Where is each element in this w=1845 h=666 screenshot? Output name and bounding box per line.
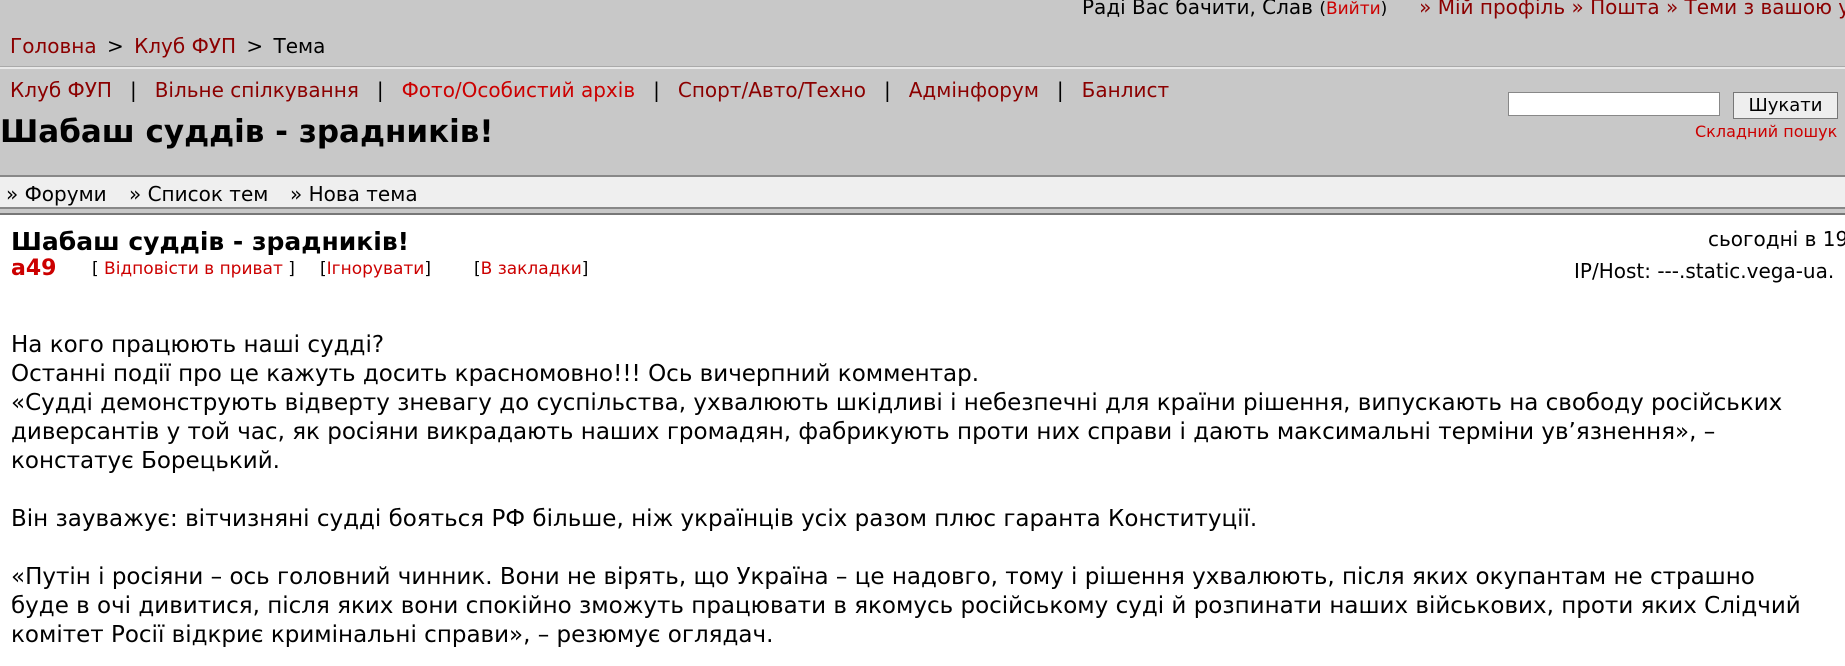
breadcrumb-separator: > (106, 34, 124, 58)
section-separator: | (376, 78, 384, 102)
section-separator: | (1056, 78, 1064, 102)
my-topics-link[interactable]: Теми з вашою уча (1685, 0, 1845, 19)
post-body-line: диверсантів у той час, як росіяни викрад… (11, 419, 1716, 445)
welcome-text: Раді Вас бачити, Слав (1082, 0, 1313, 19)
section-nav: Клуб ФУП | Вільне спілкування | Фото/Особист… (10, 78, 1169, 102)
mail-prefix: » (1571, 0, 1584, 19)
ignore-action: [Ігнорувати] (320, 259, 431, 279)
logout-wrapper: (Вийти) (1319, 0, 1388, 19)
post-body-line: комітет Росії відкриє кримінальні справи… (11, 622, 774, 648)
post-body-line: «Путін і росіяни – ось головний чинник. … (11, 564, 1755, 590)
ignore-link[interactable]: Ігнорувати (327, 259, 425, 279)
search-input[interactable] (1508, 92, 1720, 116)
section-club-fup[interactable]: Клуб ФУП (10, 78, 112, 102)
my-profile-link[interactable]: Мій профіль (1438, 0, 1565, 19)
mail-link[interactable]: Пошта (1590, 0, 1659, 19)
breadcrumb-home[interactable]: Головна (10, 34, 97, 58)
breadcrumb-separator: > (246, 34, 264, 58)
page-title: Шабаш суддів - зрадників! (0, 114, 494, 150)
breadcrumb-club[interactable]: Клуб ФУП (134, 34, 236, 58)
post-body-line: буде в очі дивитися, після яких вони спо… (11, 593, 1801, 619)
post-body-line: Останні події про це кажуть досить красн… (11, 361, 980, 387)
post-timestamp: сьогодні в 19 (1708, 227, 1845, 251)
bookmark-action: [В закладки] (474, 259, 589, 279)
section-separator: | (653, 78, 660, 102)
section-admin-forum[interactable]: Адмінфорум (909, 78, 1039, 102)
nav-new-topic[interactable]: » Нова тема (290, 182, 418, 206)
post-ip-host: IP/Host: ---.static.vega-ua. (1574, 259, 1835, 283)
welcome-bar: Раді Вас бачити, Слав (Вийти) » Мій проф… (1082, 0, 1845, 22)
reply-private-action: [ Відповісти в приват ] (92, 259, 295, 279)
breadcrumb-current: Тема (273, 34, 326, 58)
post-body-blank (11, 534, 1845, 563)
my-topics-prefix: » (1665, 0, 1679, 19)
section-separator: | (883, 78, 891, 102)
post-title: Шабаш суддів - зрадників! (11, 227, 410, 256)
logout-link[interactable]: Вийти (1326, 0, 1381, 19)
breadcrumb: Головна > Клуб ФУП > Тема (10, 34, 325, 58)
profile-prefix: » (1419, 0, 1432, 19)
reply-private-link[interactable]: Відповісти в приват (99, 259, 289, 279)
post-body-line: «Судді демонструють відверту зневагу до … (11, 390, 1783, 416)
section-banlist[interactable]: Банлист (1082, 78, 1169, 102)
section-photo-archive[interactable]: Фото/Особистий архів (402, 78, 636, 102)
post-body-blank (11, 476, 1845, 505)
section-separator: | (129, 78, 137, 102)
advanced-search-link[interactable]: Складний пошук (1695, 122, 1837, 141)
section-sport-auto[interactable]: Спорт/Авто/Техно (678, 78, 866, 102)
nav-forums[interactable]: » Форуми (6, 182, 107, 206)
search-button[interactable]: Шукати (1733, 92, 1838, 119)
divider (0, 66, 1845, 69)
post-body-line: констатує Борецький. (11, 448, 280, 474)
forum-nav-bar: » Форуми » Список тем » Нова тема (0, 175, 1845, 209)
post-body: На кого працюють наші судді? Останні под… (11, 331, 1845, 650)
nav-topic-list[interactable]: » Список тем (129, 182, 268, 206)
post: Шабаш суддів - зрадників! a49 [ Відповіс… (0, 213, 1845, 666)
post-body-line: На кого працюють наші судді? (11, 332, 385, 358)
post-body-line: Він зауважує: вітчизняні судді бояться Р… (11, 506, 1258, 532)
post-author[interactable]: a49 (11, 256, 56, 281)
section-free-talk[interactable]: Вільне спілкування (155, 78, 359, 102)
bookmark-link[interactable]: В закладки (481, 259, 582, 279)
